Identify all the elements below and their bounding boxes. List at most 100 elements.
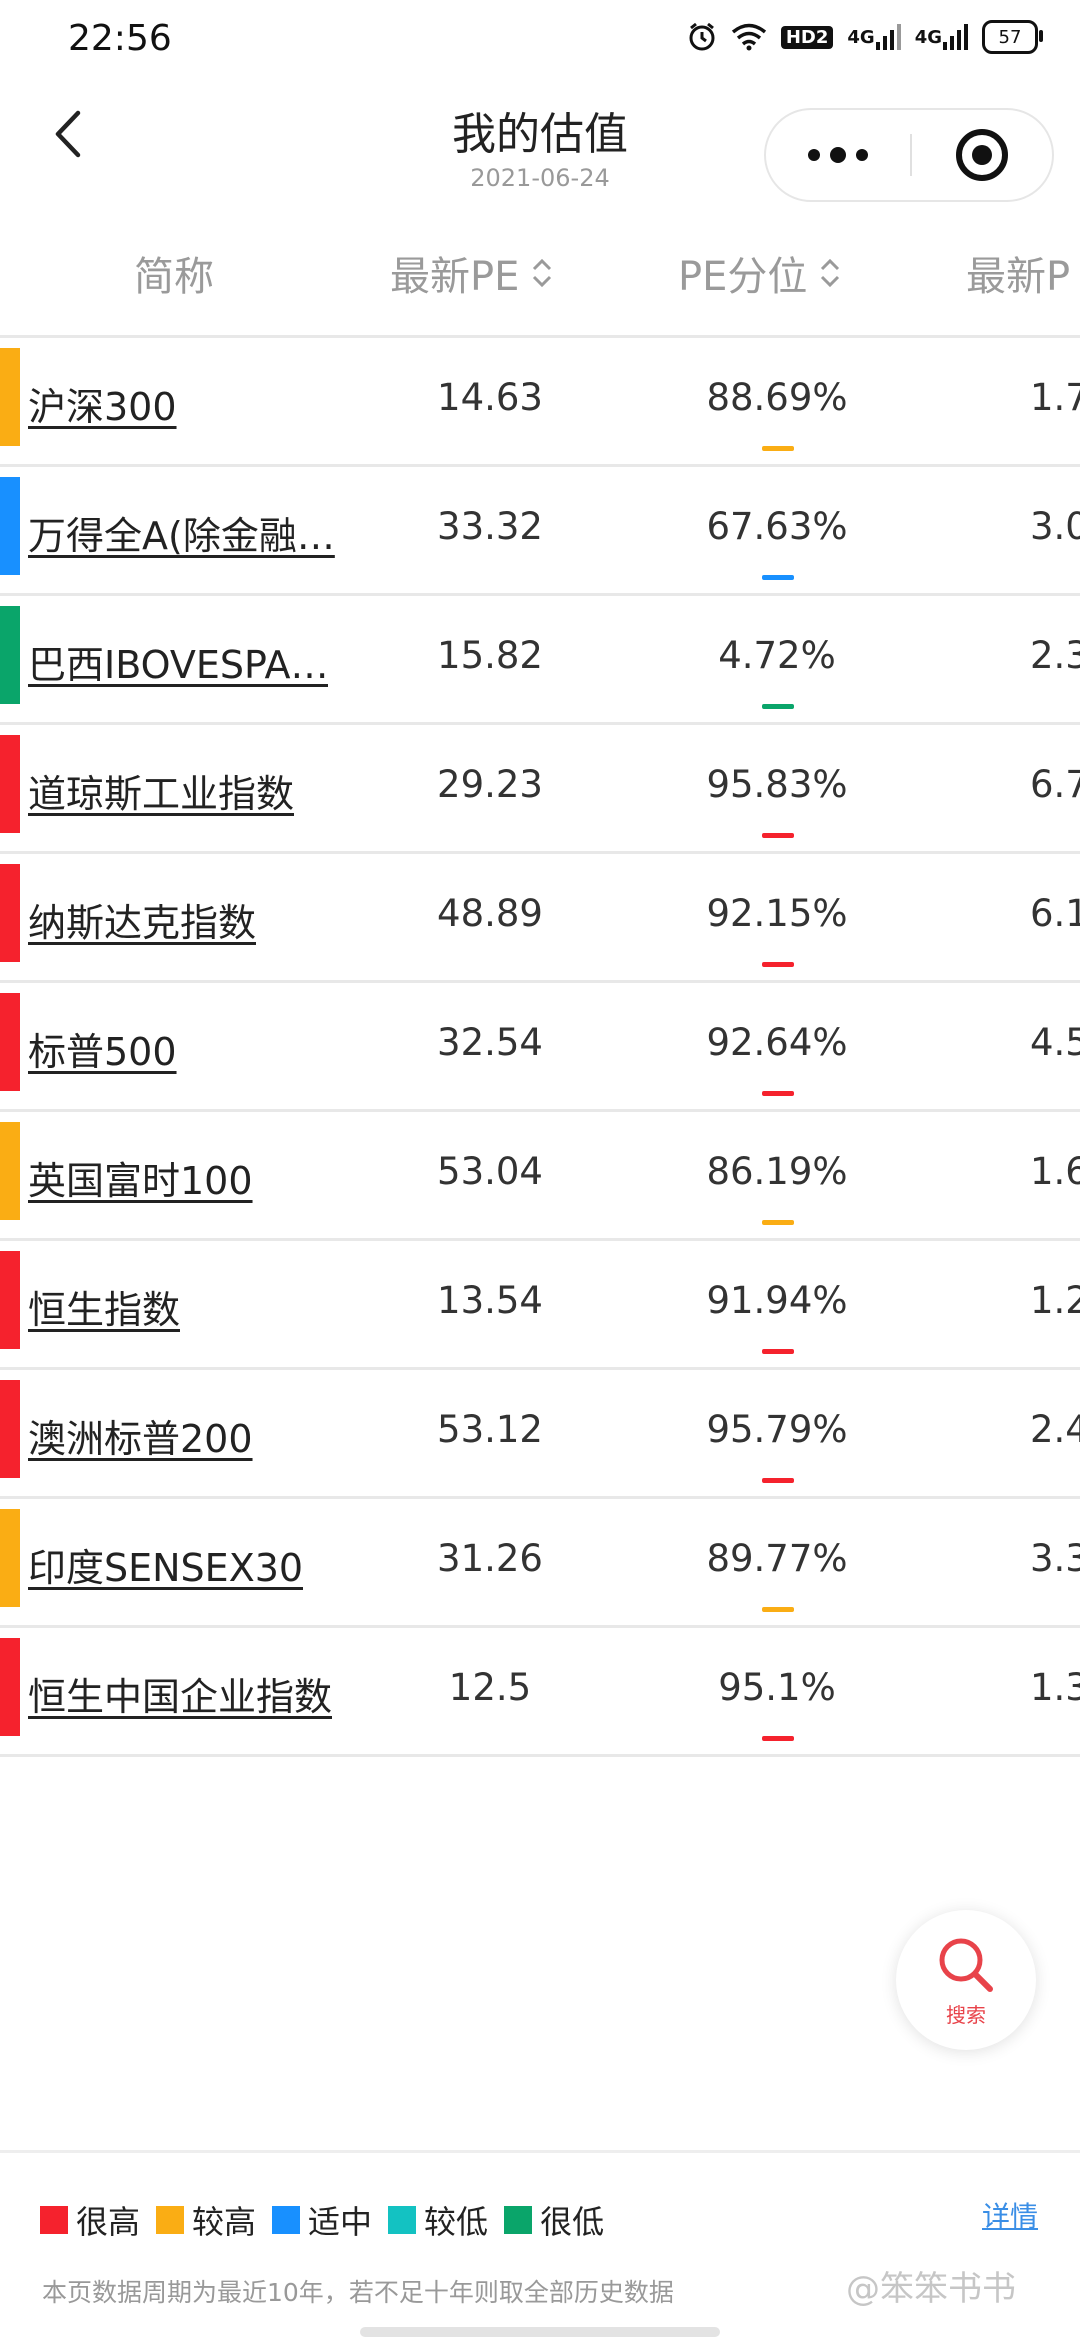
cellular-signal-icon: 4G bbox=[847, 24, 901, 50]
table-header: 简称 最新PE PE分位 最新P bbox=[0, 214, 1080, 338]
valuation-level-bar bbox=[0, 864, 20, 962]
latest-pb-value: 2.4 bbox=[1030, 1408, 1080, 1451]
latest-pe-value: 53.04 bbox=[437, 1150, 543, 1193]
legend-item: 很高 bbox=[40, 2197, 140, 2243]
table-row[interactable]: 纳斯达克指数 48.89 92.15% 6.1 bbox=[0, 854, 1080, 983]
percentile-level-marker bbox=[762, 1607, 794, 1612]
home-indicator[interactable] bbox=[360, 2327, 720, 2337]
latest-pe-value: 14.63 bbox=[437, 376, 543, 419]
pe-percentile-value: 91.94% bbox=[706, 1279, 848, 1322]
latest-pe-value: 31.26 bbox=[437, 1537, 543, 1580]
target-icon bbox=[956, 129, 1008, 181]
legend-item: 很低 bbox=[504, 2197, 604, 2243]
latest-pe-value: 33.32 bbox=[437, 505, 543, 548]
table-row[interactable]: 万得全A(除金融… 33.32 67.63% 3.0 bbox=[0, 467, 1080, 596]
valuation-level-bar bbox=[0, 993, 20, 1091]
wifi-icon bbox=[731, 23, 767, 51]
column-header-pb[interactable]: 最新P bbox=[966, 244, 1070, 302]
percentile-level-marker bbox=[762, 1091, 794, 1096]
index-name-link[interactable]: 巴西IBOVESPA… bbox=[28, 634, 328, 689]
index-name-link[interactable]: 沪深300 bbox=[28, 376, 177, 431]
nav-bar: 我的估值 2021-06-24 bbox=[0, 84, 1080, 214]
index-name-link[interactable]: 英国富时100 bbox=[28, 1150, 253, 1205]
latest-pb-value: 1.2 bbox=[1030, 1279, 1080, 1322]
table-row[interactable]: 道琼斯工业指数 29.23 95.83% 6.7 bbox=[0, 725, 1080, 854]
index-name-link[interactable]: 纳斯达克指数 bbox=[28, 892, 256, 947]
latest-pb-value: 6.1 bbox=[1030, 892, 1080, 935]
more-button[interactable] bbox=[766, 110, 910, 200]
network-type-label: 4G bbox=[847, 26, 875, 48]
valuation-level-bar bbox=[0, 1122, 20, 1220]
index-name-link[interactable]: 标普500 bbox=[28, 1021, 177, 1076]
latest-pe-value: 15.82 bbox=[437, 634, 543, 677]
column-header-name: 简称 bbox=[134, 254, 214, 300]
detail-link[interactable]: 详情 bbox=[982, 2195, 1038, 2235]
valuation-level-bar bbox=[0, 1638, 20, 1736]
valuation-level-bar bbox=[0, 735, 20, 833]
column-header-pe-percentile[interactable]: PE分位 bbox=[678, 244, 841, 302]
legend-item: 适中 bbox=[272, 2197, 372, 2243]
table-row[interactable]: 澳洲标普200 53.12 95.79% 2.4 bbox=[0, 1370, 1080, 1499]
close-miniprogram-button[interactable] bbox=[912, 110, 1052, 200]
latest-pe-value: 29.23 bbox=[437, 763, 543, 806]
sort-icon bbox=[821, 258, 840, 288]
status-bar: 22:56 HD2 4G 4G 57 bbox=[0, 0, 1080, 84]
table-row[interactable]: 巴西IBOVESPA… 15.82 4.72% 2.3 bbox=[0, 596, 1080, 725]
status-icons: HD2 4G 4G 57 bbox=[687, 20, 1043, 54]
alarm-icon bbox=[687, 22, 717, 52]
table-row[interactable]: 标普500 32.54 92.64% 4.5 bbox=[0, 983, 1080, 1112]
percentile-level-marker bbox=[762, 962, 794, 967]
cellular-signal-icon: 4G bbox=[915, 24, 968, 50]
index-name-link[interactable]: 澳洲标普200 bbox=[28, 1408, 253, 1463]
hd-voice-badge: HD2 bbox=[780, 25, 834, 49]
percentile-level-marker bbox=[762, 575, 794, 580]
table-row[interactable]: 恒生指数 13.54 91.94% 1.2 bbox=[0, 1241, 1080, 1370]
search-icon bbox=[939, 1938, 993, 1992]
legend-item: 较低 bbox=[388, 2197, 488, 2243]
valuation-level-bar bbox=[0, 1380, 20, 1478]
pe-percentile-value: 88.69% bbox=[706, 376, 848, 419]
percentile-level-marker bbox=[762, 446, 794, 451]
footer: 很高 较高 适中 较低 很低 详情 本页数据周期为最近10年，若不足十年则取全部… bbox=[0, 2150, 1080, 2343]
index-name-link[interactable]: 道琼斯工业指数 bbox=[28, 763, 294, 818]
percentile-level-marker bbox=[762, 1736, 794, 1741]
latest-pb-value: 1.3 bbox=[1030, 1666, 1080, 1709]
pe-percentile-value: 86.19% bbox=[706, 1150, 848, 1193]
battery-icon: 57 bbox=[982, 20, 1043, 54]
search-button[interactable]: 搜索 bbox=[896, 1910, 1036, 2050]
percentile-level-marker bbox=[762, 833, 794, 838]
latest-pb-value: 3.0 bbox=[1030, 505, 1080, 548]
data-period-note: 本页数据周期为最近10年，若不足十年则取全部历史数据 bbox=[42, 2278, 674, 2307]
percentile-level-marker bbox=[762, 704, 794, 709]
legend-swatch bbox=[504, 2206, 533, 2234]
table-row[interactable]: 印度SENSEX30 31.26 89.77% 3.3 bbox=[0, 1499, 1080, 1628]
search-button-label: 搜索 bbox=[946, 2002, 986, 2027]
index-name-link[interactable]: 印度SENSEX30 bbox=[28, 1537, 303, 1592]
latest-pe-value: 53.12 bbox=[437, 1408, 543, 1451]
legend-swatch bbox=[40, 2206, 68, 2234]
index-name-link[interactable]: 恒生中国企业指数 bbox=[28, 1666, 332, 1721]
pe-percentile-value: 92.64% bbox=[706, 1021, 848, 1064]
legend-swatch bbox=[272, 2206, 301, 2234]
index-name-link[interactable]: 万得全A(除金融… bbox=[28, 505, 335, 560]
status-time: 22:56 bbox=[68, 18, 172, 59]
percentile-level-marker bbox=[762, 1220, 794, 1225]
percentile-level-marker bbox=[762, 1349, 794, 1354]
table-row[interactable]: 沪深300 14.63 88.69% 1.7 bbox=[0, 338, 1080, 467]
pe-percentile-value: 4.72% bbox=[718, 634, 836, 677]
legend-item: 较高 bbox=[156, 2197, 256, 2243]
legend-swatch bbox=[388, 2206, 417, 2234]
index-name-link[interactable]: 恒生指数 bbox=[28, 1279, 180, 1334]
table-row[interactable]: 英国富时100 53.04 86.19% 1.6 bbox=[0, 1112, 1080, 1241]
latest-pe-value: 32.54 bbox=[437, 1021, 543, 1064]
percentile-level-marker bbox=[762, 1478, 794, 1483]
watermark: @笨笨书书 bbox=[846, 2269, 1016, 2309]
latest-pb-value: 4.5 bbox=[1030, 1021, 1080, 1064]
sort-icon bbox=[533, 258, 552, 288]
pe-percentile-value: 89.77% bbox=[706, 1537, 848, 1580]
pe-percentile-value: 95.83% bbox=[706, 763, 848, 806]
table-row[interactable]: 恒生中国企业指数 12.5 95.1% 1.3 bbox=[0, 1628, 1080, 1757]
column-header-pe[interactable]: 最新PE bbox=[390, 244, 553, 302]
valuation-level-bar bbox=[0, 477, 20, 575]
latest-pb-value: 3.3 bbox=[1030, 1537, 1080, 1580]
